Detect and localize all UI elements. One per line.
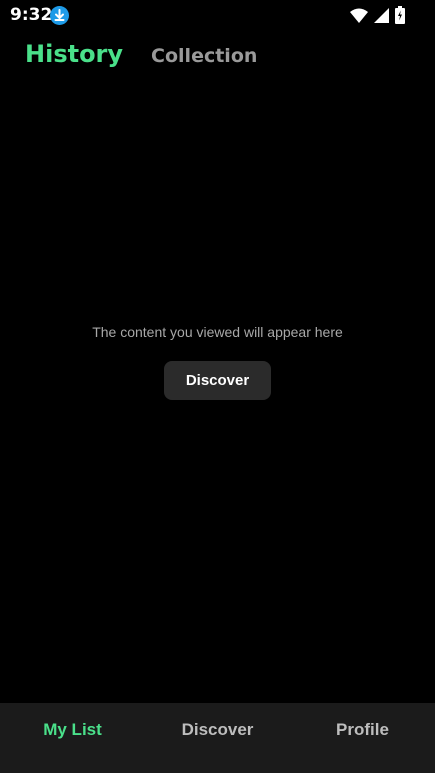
empty-state-message: The content you viewed will appear here <box>92 324 343 340</box>
status-icons <box>350 6 405 24</box>
tab-collection[interactable]: Collection <box>151 45 257 67</box>
battery-icon <box>395 6 405 24</box>
nav-item-discover[interactable]: Discover <box>145 703 290 773</box>
nav-item-profile[interactable]: Profile <box>290 703 435 773</box>
nav-item-my-list[interactable]: My List <box>0 703 145 773</box>
cell-signal-icon <box>374 7 389 23</box>
discover-button[interactable]: Discover <box>164 361 271 400</box>
tab-bar: History Collection <box>25 40 257 68</box>
bottom-nav: My List Discover Profile <box>0 703 435 773</box>
status-time: 9:32 <box>10 5 53 25</box>
status-bar: 9:32 <box>0 0 435 30</box>
tab-history[interactable]: History <box>25 40 123 68</box>
wifi-icon <box>350 8 368 23</box>
download-icon <box>50 6 69 25</box>
